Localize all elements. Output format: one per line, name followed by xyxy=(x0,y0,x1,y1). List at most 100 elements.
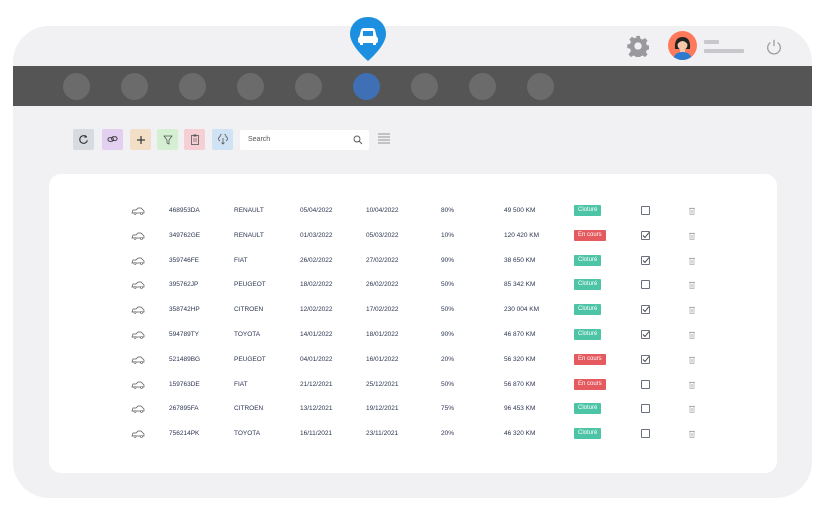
add-button[interactable] xyxy=(130,129,151,150)
plus-icon xyxy=(136,135,145,144)
nav-item[interactable] xyxy=(295,73,322,100)
vehicle-brand: PEUGEOT xyxy=(234,281,266,289)
trash-icon[interactable] xyxy=(689,430,695,438)
vehicle-brand: CITROEN xyxy=(234,306,264,314)
nav-item[interactable] xyxy=(411,73,438,100)
nav-item[interactable] xyxy=(121,73,148,100)
nav-item[interactable] xyxy=(63,73,90,100)
table-row: 159763DE FIAT 21/12/2021 25/12/2021 50% 56 87… xyxy=(49,378,777,392)
mileage: 38 650 KM xyxy=(504,256,536,264)
mileage: 56 320 KM xyxy=(504,355,536,363)
status-badge: Cloturé xyxy=(574,205,602,216)
status-badge: Cloturé xyxy=(574,329,602,340)
vehicle-id: 468953DA xyxy=(169,207,200,214)
clipboard-icon xyxy=(190,134,199,145)
nav-item[interactable] xyxy=(179,73,206,100)
trash-icon[interactable] xyxy=(689,281,695,290)
person-icon xyxy=(673,37,692,60)
settings-gear-icon[interactable] xyxy=(627,35,649,57)
mileage: 49 500 KM xyxy=(504,207,536,214)
status-badge: Cloturé xyxy=(574,279,602,291)
list-menu-icon[interactable] xyxy=(378,133,390,145)
car-icon xyxy=(131,281,145,290)
vehicle-id: 358742HP xyxy=(169,306,200,314)
row-checkbox[interactable] xyxy=(641,404,650,414)
row-checkbox[interactable] xyxy=(641,255,650,265)
end-date: 10/04/2022 xyxy=(366,207,399,214)
trash-icon[interactable] xyxy=(689,207,695,215)
cloud-download-icon xyxy=(217,134,228,145)
refresh-icon xyxy=(79,134,88,144)
trash-icon[interactable] xyxy=(689,381,695,389)
nav-item[interactable] xyxy=(237,73,264,100)
row-checkbox[interactable] xyxy=(641,206,650,215)
row-checkbox[interactable] xyxy=(641,230,650,240)
nav-item[interactable] xyxy=(527,73,554,100)
vehicle-brand: TOYOTA xyxy=(234,430,261,438)
cloud-download-button[interactable] xyxy=(212,129,233,150)
table-row: 267895FA CITROEN 13/12/2021 19/12/2021 75% 96… xyxy=(49,402,777,416)
start-date: 18/02/2022 xyxy=(300,281,333,289)
start-date: 21/12/2021 xyxy=(300,380,333,388)
trash-icon[interactable] xyxy=(689,405,695,414)
refresh-button[interactable] xyxy=(73,129,94,150)
mileage: 230 004 KM xyxy=(504,306,540,314)
search-icon[interactable] xyxy=(353,135,363,145)
status-badge: En cours xyxy=(574,353,606,365)
table-row: 349762GE RENAULT 01/03/2022 05/03/2022 10% 12… xyxy=(49,229,777,243)
mileage: 46 870 KM xyxy=(504,331,536,338)
car-location-pin-icon[interactable] xyxy=(349,16,387,62)
link-button[interactable] xyxy=(102,129,123,150)
top-navbar xyxy=(13,66,812,106)
percent: 20% xyxy=(441,430,455,438)
table-row: 521489BG PEUGEOT 04/01/2022 16/01/2022 20% 56… xyxy=(49,353,777,367)
trash-icon[interactable] xyxy=(689,232,695,240)
filter-button[interactable] xyxy=(157,129,178,150)
status-badge: Cloturé xyxy=(574,403,602,415)
start-date: 12/02/2022 xyxy=(300,306,333,314)
row-checkbox[interactable] xyxy=(641,429,650,439)
filter-icon xyxy=(162,135,173,145)
nav-item[interactable] xyxy=(469,73,496,100)
car-icon xyxy=(131,232,145,240)
mileage: 85 342 KM xyxy=(504,281,536,289)
row-checkbox[interactable] xyxy=(641,280,650,290)
user-avatar[interactable] xyxy=(668,31,697,60)
start-date: 16/11/2021 xyxy=(300,430,333,438)
end-date: 18/01/2022 xyxy=(366,331,399,338)
status-badge: Cloturé xyxy=(574,428,602,440)
trash-icon[interactable] xyxy=(689,331,695,339)
car-icon xyxy=(131,331,145,339)
percent: 75% xyxy=(441,405,455,413)
car-icon xyxy=(131,430,145,438)
percent: 80% xyxy=(441,207,455,214)
trash-icon[interactable] xyxy=(689,257,695,265)
status-badge: En cours xyxy=(574,229,606,241)
vehicle-id: 349762GE xyxy=(169,231,201,239)
vehicle-table: 468953DA RENAULT 05/04/2022 10/04/2022 80% 49… xyxy=(49,174,777,473)
row-checkbox[interactable] xyxy=(641,379,650,389)
vehicle-id: 756214PK xyxy=(169,430,200,438)
row-checkbox[interactable] xyxy=(641,354,650,364)
table-row: 756214PK TOYOTA 16/11/2021 23/11/2021 20% 46 … xyxy=(49,427,777,441)
row-checkbox[interactable] xyxy=(641,330,650,339)
clipboard-button[interactable] xyxy=(184,129,205,150)
nav-item-active[interactable] xyxy=(353,73,380,100)
trash-icon[interactable] xyxy=(689,306,695,314)
vehicle-id: 594789TY xyxy=(169,331,199,338)
table-row: 594789TY TOYOTA 14/01/2022 18/01/2022 90% 46 … xyxy=(49,328,777,342)
vehicle-id: 395762JP xyxy=(169,281,199,289)
power-logout-icon[interactable] xyxy=(765,38,783,56)
trash-icon[interactable] xyxy=(689,356,695,364)
search-input[interactable]: Search xyxy=(240,130,369,150)
start-date: 04/01/2022 xyxy=(300,355,333,363)
vehicle-brand: RENAULT xyxy=(234,207,264,214)
link-icon xyxy=(107,136,118,142)
end-date: 19/12/2021 xyxy=(366,405,399,413)
vehicle-id: 521489BG xyxy=(169,355,201,363)
end-date: 23/11/2021 xyxy=(366,430,399,438)
user-name-placeholder xyxy=(704,40,744,58)
start-date: 01/03/2022 xyxy=(300,231,333,239)
row-checkbox[interactable] xyxy=(641,305,650,315)
start-date: 14/01/2022 xyxy=(300,331,333,338)
